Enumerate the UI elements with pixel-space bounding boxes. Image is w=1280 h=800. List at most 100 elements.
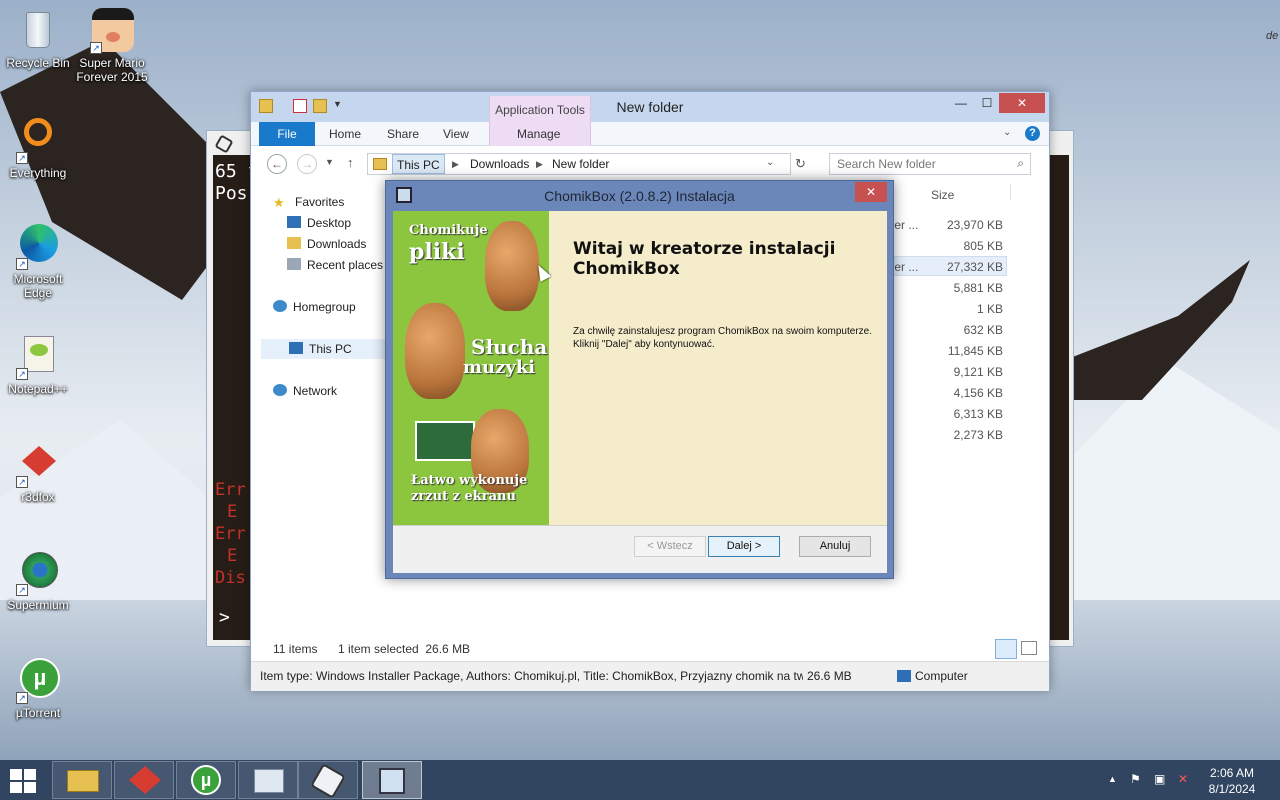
cancel-button[interactable]: Anuluj	[799, 536, 871, 557]
taskbar-installer[interactable]	[362, 761, 422, 799]
nav-label: Desktop	[307, 216, 352, 230]
address-input[interactable]: This PC ▶ Downloads ▶ New folder ⌄	[367, 153, 791, 175]
computer-icon	[897, 670, 911, 682]
expand-ribbon-icon[interactable]: ⌄	[1003, 127, 1011, 138]
search-input[interactable]: Search New folder ⌕	[829, 153, 1031, 175]
nav-network[interactable]: Network	[273, 381, 337, 401]
desktop-icon-label: Notepad++	[8, 382, 68, 396]
file-size: 11,845 KB	[947, 344, 1003, 358]
installer-dialog[interactable]: ChomikBox (2.0.8.2) Instalacja ✕ Chomiku…	[385, 180, 894, 579]
desktop-icon-r3dfox[interactable]: ↗ r3dfox	[0, 440, 76, 504]
file-size: 4,156 KB	[953, 386, 1003, 400]
installer-title: ChomikBox (2.0.8.2) Instalacja	[544, 188, 735, 204]
address-dropdown-icon[interactable]: ⌄	[766, 157, 774, 168]
details-bar: Item type: Windows Installer Package, Au…	[251, 661, 1049, 691]
console-error-line: E	[227, 546, 238, 566]
desktop-icon-recycle-bin[interactable]: Recycle Bin	[0, 6, 76, 70]
breadcrumb-new-folder[interactable]: New folder	[552, 157, 609, 171]
explorer-titlebar[interactable]: ▼ New folder — ☐ ✕	[251, 92, 1049, 122]
nav-homegroup[interactable]: Homegroup	[273, 297, 356, 317]
tab-file[interactable]: File	[259, 122, 315, 146]
tab-view[interactable]: View	[429, 122, 483, 146]
taskbar-utorrent[interactable]: µ	[176, 761, 236, 799]
file-size: 805 KB	[963, 239, 1003, 253]
banner-text: zrzut z ekranu	[411, 489, 516, 504]
folder-icon	[373, 158, 387, 170]
address-bar-row: ← → ▼ ↑ This PC ▶ Downloads ▶ New folder…	[251, 147, 1049, 181]
desktop-icon-notepadpp[interactable]: ↗ Notepad++	[0, 332, 76, 396]
search-icon: ⌕	[1017, 156, 1024, 170]
help-icon[interactable]: ?	[1025, 126, 1040, 141]
taskbar-task-manager[interactable]	[238, 761, 298, 799]
nav-this-pc[interactable]: This PC	[261, 339, 385, 359]
network-icon[interactable]: ▣	[1154, 772, 1165, 786]
taskbar-r3dfox[interactable]	[114, 761, 174, 799]
utorrent-icon: µ	[191, 765, 221, 795]
back-button[interactable]: < Wstecz	[634, 536, 706, 557]
file-explorer-icon	[67, 770, 99, 792]
installer-side-banner: Chomikuje pliki Słucha muzyki Łatwo wyko…	[393, 211, 549, 525]
next-button[interactable]: Dalej >	[708, 536, 780, 557]
console-error-line: Dis	[215, 568, 246, 588]
installer-close-button[interactable]: ✕	[855, 182, 887, 202]
desktop-icon-edge[interactable]: ↗ Microsoft Edge	[0, 222, 76, 300]
recent-places-icon	[287, 258, 301, 270]
status-selection: 1 item selected 26.6 MB	[338, 642, 471, 656]
everything-icon: ↗	[14, 116, 62, 164]
desktop-icon-everything[interactable]: ↗ Everything	[0, 116, 76, 180]
console-error-line: E	[227, 502, 238, 522]
item-size: 26.6 MB	[807, 669, 852, 683]
context-tab-label: Application Tools	[495, 103, 585, 117]
details-view-icon[interactable]	[995, 639, 1017, 659]
maximize-button[interactable]: ☐	[973, 93, 1001, 113]
forward-button[interactable]: →	[297, 154, 317, 174]
breadcrumb-separator-icon[interactable]: ▶	[452, 159, 459, 170]
tab-manage[interactable]: Manage	[503, 122, 574, 146]
nav-recent-places[interactable]: Recent places	[287, 255, 383, 275]
desktop-icon-super-mario[interactable]: ↗ Super Mario Forever 2015	[74, 6, 150, 84]
console-prompt[interactable]: >	[219, 607, 230, 628]
banner-text: Słucha	[471, 335, 548, 359]
breadcrumb-this-pc[interactable]: This PC	[392, 154, 445, 174]
banner-text: pliki	[409, 239, 465, 265]
show-hidden-icons-icon[interactable]: ▲	[1108, 774, 1117, 784]
r3dfox-icon: ↗	[14, 440, 62, 488]
nav-label: This PC	[309, 342, 352, 356]
desktop-icon-utorrent[interactable]: µ ↗ µTorrent	[0, 656, 76, 720]
breadcrumb-downloads[interactable]: Downloads	[470, 157, 529, 171]
console-error-line: Err	[215, 524, 246, 544]
hamster-icon	[485, 221, 539, 311]
installer-titlebar[interactable]: ChomikBox (2.0.8.2) Instalacja ✕	[386, 181, 893, 211]
status-bar: 11 items 1 item selected 26.6 MB	[251, 637, 1049, 661]
taskbar-app-cube[interactable]	[298, 761, 358, 799]
column-header-size[interactable]: Size	[931, 188, 954, 202]
file-size: 2,273 KB	[953, 428, 1003, 442]
tab-share[interactable]: Share	[373, 122, 433, 146]
breadcrumb-separator-icon[interactable]: ▶	[536, 159, 543, 170]
action-center-flag-icon[interactable]: ⚑	[1130, 772, 1141, 786]
recent-locations-icon[interactable]: ▼	[325, 157, 334, 167]
up-button[interactable]: ↑	[347, 155, 354, 170]
nav-downloads[interactable]: Downloads	[287, 234, 366, 254]
search-placeholder: Search New folder	[837, 157, 936, 171]
tab-home[interactable]: Home	[315, 122, 375, 146]
close-button[interactable]: ✕	[999, 93, 1045, 113]
start-button[interactable]	[10, 769, 38, 793]
clock[interactable]: 2:06 AM 8/1/2024	[1200, 765, 1264, 797]
refresh-icon[interactable]: ↻	[795, 156, 806, 172]
nav-desktop[interactable]: Desktop	[287, 213, 351, 233]
nav-label: Recent places	[307, 258, 384, 272]
desktop-icon-label: Supermium	[7, 598, 69, 612]
minimize-button[interactable]: —	[947, 93, 975, 113]
large-icons-view-icon[interactable]	[1021, 641, 1037, 655]
windows-logo-icon	[10, 769, 22, 780]
desktop-icon-label: Recycle Bin	[6, 56, 70, 70]
nav-favorites[interactable]: ★ Favorites	[273, 192, 344, 212]
back-button[interactable]: ←	[267, 154, 287, 174]
utorrent-icon: µ ↗	[14, 656, 62, 704]
desktop-icon-supermium[interactable]: ↗ Supermium	[0, 548, 76, 612]
nav-label: Network	[293, 384, 338, 398]
volume-muted-icon[interactable]: ✕	[1178, 772, 1188, 786]
installer-welcome-panel: Witaj w kreatorze instalacji ChomikBox Z…	[549, 211, 887, 525]
taskbar-explorer[interactable]	[52, 761, 112, 799]
